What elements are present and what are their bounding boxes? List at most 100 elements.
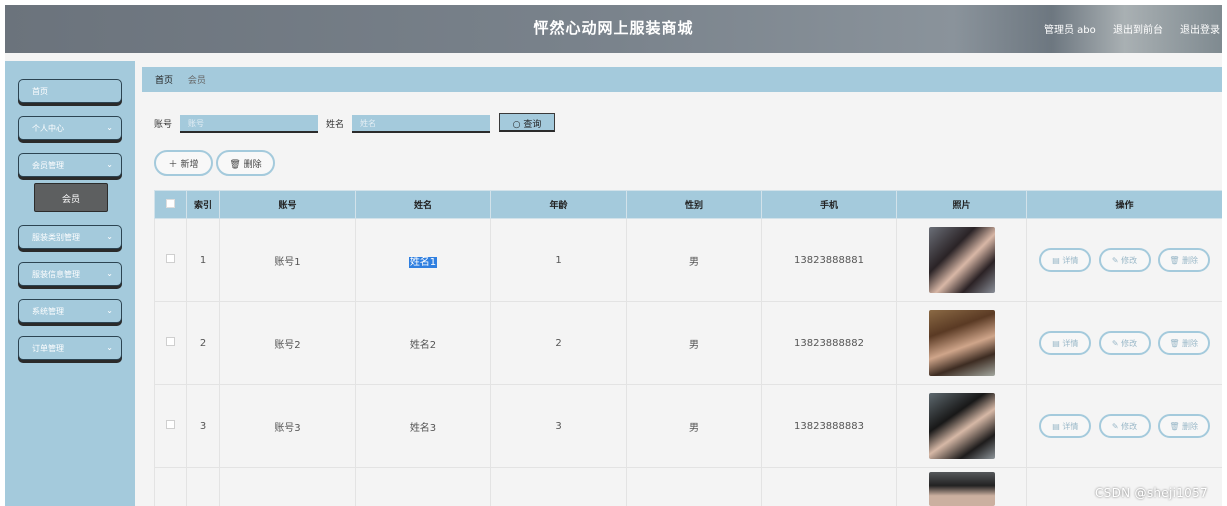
sidebar-item-home[interactable]: 首页 (18, 79, 122, 103)
row-select-cell[interactable] (154, 467, 187, 506)
sidebar-item-label: 服装类别管理 (32, 233, 80, 242)
pencil-icon: ✎ (1111, 256, 1119, 265)
sidebar-item-label: 服装信息管理 (32, 270, 80, 279)
name-cell: 姓名1 (355, 218, 491, 302)
column-header: 照片 (896, 190, 1027, 219)
account-search-input[interactable] (180, 115, 318, 133)
select-all-cell[interactable] (154, 190, 187, 219)
batch-delete-label: 删除 (243, 160, 262, 170)
delete-label: 删除 (1182, 422, 1199, 431)
app-window: 怦然心动网上服装商城 管理员 abo 退出到前台 退出登录 首页 个人中心 ⌄ … (5, 5, 1222, 506)
add-button[interactable]: ＋ 新增 (154, 150, 213, 176)
account-cell: 账号1 (219, 218, 356, 302)
add-button-label: 新增 (180, 160, 199, 170)
edit-button[interactable]: ✎ 修改 (1098, 414, 1151, 438)
back-to-front-link[interactable]: 退出到前台 (1113, 21, 1163, 36)
delete-button[interactable]: 🗑 删除 (1157, 331, 1210, 355)
detail-button[interactable]: ▤ 详情 (1039, 331, 1092, 355)
delete-button[interactable]: 🗑 删除 (1157, 248, 1210, 272)
index-cell (186, 467, 220, 506)
delete-label: 删除 (1182, 339, 1199, 348)
name-cell: 姓名3 (355, 384, 491, 468)
delete-button[interactable]: 🗑 删除 (1157, 414, 1210, 438)
phone-cell: 13823888881 (761, 218, 897, 302)
sidebar-item-member-management[interactable]: 会员管理 ⌄ (18, 153, 122, 177)
edit-label: 修改 (1121, 422, 1138, 431)
age-cell: 2 (490, 301, 627, 385)
chevron-down-icon: ⌄ (106, 269, 113, 278)
sidebar-item-label: 首页 (32, 87, 48, 96)
column-header: 操作 (1026, 190, 1222, 219)
pencil-icon: ✎ (1111, 422, 1119, 431)
plus-icon: ＋ (168, 160, 178, 170)
sidebar-item-system[interactable]: 系统管理 ⌄ (18, 299, 122, 323)
detail-button[interactable]: ▤ 详情 (1039, 248, 1092, 272)
site-title: 怦然心动网上服装商城 (533, 19, 694, 37)
index-cell: 2 (186, 301, 220, 385)
batch-delete-button[interactable]: 🗑 删除 (216, 150, 275, 176)
row-select-cell[interactable] (154, 218, 187, 302)
logout-link[interactable]: 退出登录 (1180, 21, 1220, 36)
sidebar-item-clothing-category[interactable]: 服装类别管理 ⌄ (18, 225, 122, 249)
name-cell: 姓名2 (355, 301, 491, 385)
row-select-cell[interactable] (154, 301, 187, 385)
column-header: 索引 (186, 190, 220, 219)
trash-icon: 🗑 (1169, 339, 1180, 348)
sidebar: 首页 个人中心 ⌄ 会员管理 ⌄ 会员 服装类别管理 ⌄ 服装信息管理 ⌄ 系统… (5, 61, 135, 506)
gender-cell (626, 467, 762, 506)
pencil-icon: ✎ (1111, 339, 1119, 348)
sidebar-item-label: 个人中心 (32, 124, 64, 133)
age-cell: 3 (490, 384, 627, 468)
chevron-down-icon: ⌄ (106, 306, 113, 315)
detail-label: 详情 (1062, 422, 1079, 431)
edit-button[interactable]: ✎ 修改 (1098, 248, 1151, 272)
account-label: 账号 (154, 120, 173, 130)
name-label: 姓名 (326, 120, 345, 130)
select-all-checkbox[interactable] (166, 198, 175, 208)
name-search-input[interactable] (352, 115, 490, 133)
age-cell: 1 (490, 218, 627, 302)
sidebar-item-personal-center[interactable]: 个人中心 ⌄ (18, 116, 122, 140)
gender-cell: 男 (626, 218, 762, 302)
sidebar-item-orders[interactable]: 订单管理 ⌄ (18, 336, 122, 360)
sidebar-subitem-label: 会员 (61, 195, 80, 205)
edit-label: 修改 (1121, 256, 1138, 265)
sidebar-item-label: 会员管理 (32, 161, 64, 170)
member-photo (928, 227, 995, 293)
member-table: 索引 账号 姓名 年龄 性别 手机 照片 操作 1 账号1 姓名1 1 男 13… (154, 190, 1222, 506)
account-cell: 账号3 (219, 384, 356, 468)
column-header: 年龄 (490, 190, 627, 219)
column-header: 姓名 (355, 190, 491, 219)
chevron-down-icon: ⌄ (106, 123, 113, 132)
delete-label: 删除 (1182, 256, 1199, 265)
phone-cell: 13823888883 (761, 384, 897, 468)
column-header: 账号 (219, 190, 356, 219)
query-button[interactable]: ○ 查询 (499, 113, 555, 132)
sidebar-item-label: 订单管理 (32, 344, 64, 353)
edit-button[interactable]: ✎ 修改 (1098, 331, 1151, 355)
sidebar-subitem-member[interactable]: 会员 (34, 183, 108, 212)
actions-cell: ▤ 详情 ✎ 修改 🗑 删除 (1026, 384, 1222, 468)
sidebar-item-label: 系统管理 (32, 307, 64, 316)
table-row: 1 账号1 姓名1 1 男 13823888881 ▤ 详情 ✎ 修改 🗑 删除 (154, 218, 1222, 302)
name-cell (355, 467, 491, 506)
sidebar-item-clothing-info[interactable]: 服装信息管理 ⌄ (18, 262, 122, 286)
age-cell (490, 467, 627, 506)
edit-label: 修改 (1121, 339, 1138, 348)
trash-icon: 🗑 (1169, 422, 1180, 431)
column-header: 手机 (761, 190, 897, 219)
chevron-down-icon: ⌄ (106, 160, 113, 169)
table-row: 2 账号2 姓名2 2 男 13823888882 ▤ 详情 ✎ 修改 🗑 删除 (154, 301, 1222, 385)
chevron-down-icon: ⌄ (106, 343, 113, 352)
row-checkbox[interactable] (166, 337, 175, 346)
breadcrumb-home[interactable]: 首页 (155, 76, 173, 86)
row-checkbox[interactable] (166, 420, 175, 429)
row-checkbox[interactable] (166, 254, 175, 263)
member-photo (928, 310, 995, 376)
detail-button[interactable]: ▤ 详情 (1039, 414, 1092, 438)
row-select-cell[interactable] (154, 384, 187, 468)
chevron-down-icon: ⌄ (106, 232, 113, 241)
query-button-label: 查询 (523, 120, 542, 130)
index-cell: 1 (186, 218, 220, 302)
account-cell: 账号2 (219, 301, 356, 385)
